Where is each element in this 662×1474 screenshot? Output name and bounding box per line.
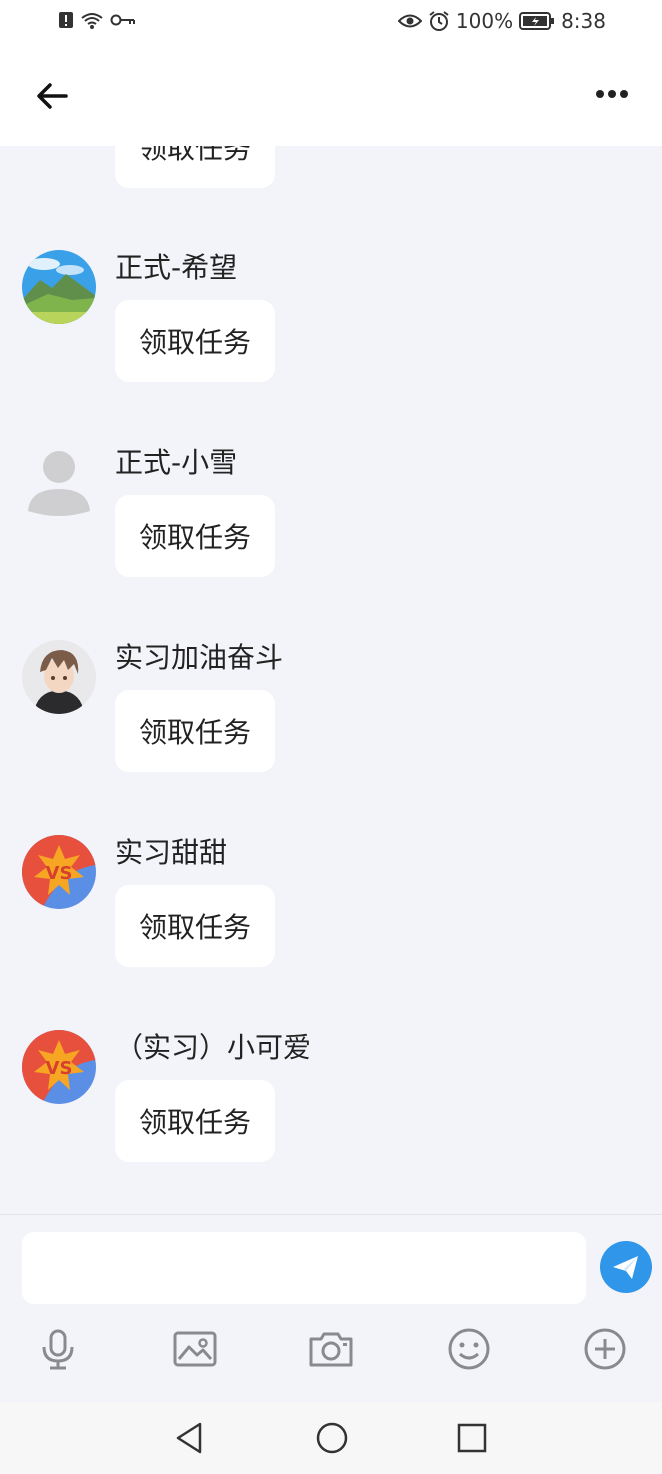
- sender-name: （实习）小可爱: [115, 1031, 312, 1064]
- nav-back-button[interactable]: [172, 1420, 208, 1456]
- message-bubble[interactable]: 领取任务: [115, 146, 275, 188]
- chat-header: [0, 46, 662, 146]
- arrow-left-icon: [37, 83, 68, 109]
- message-bubble[interactable]: 领取任务: [115, 300, 275, 382]
- message-bubble[interactable]: 领取任务: [115, 495, 275, 577]
- avatar-vs-badge[interactable]: VS: [22, 1030, 96, 1104]
- message-input[interactable]: [22, 1232, 586, 1304]
- wifi-icon: [81, 13, 103, 29]
- message-list[interactable]: 领取任务 正式-希望 领取任务 正式-小雪 领取任务 实习加油奋斗 领取任务 V…: [0, 146, 662, 1214]
- nav-home-button[interactable]: [314, 1420, 350, 1456]
- message-item: VS （实习）小可爱 领取任务: [0, 1030, 662, 1214]
- composer: [0, 1214, 662, 1403]
- nav-recents-button[interactable]: [454, 1420, 490, 1456]
- image-icon: [173, 1331, 217, 1367]
- camera-icon: [309, 1332, 353, 1367]
- message-bubble[interactable]: 领取任务: [115, 1080, 275, 1162]
- status-bar: 100% 8:38: [0, 0, 662, 46]
- message-bubble[interactable]: 领取任务: [115, 690, 275, 772]
- microphone-icon: [42, 1329, 74, 1370]
- alert-icon: [59, 12, 73, 28]
- alarm-icon: [429, 11, 449, 31]
- image-button[interactable]: [171, 1325, 219, 1373]
- message-item: 正式-小雪 领取任务: [0, 445, 662, 635]
- send-button[interactable]: [600, 1241, 652, 1293]
- sender-name: 正式-希望: [115, 251, 238, 284]
- svg-text:VS: VS: [46, 1058, 73, 1079]
- avatar-default-person[interactable]: [22, 445, 96, 519]
- message-item: 领取任务: [0, 146, 662, 246]
- emoji-icon: [448, 1328, 490, 1370]
- message-bubble[interactable]: 领取任务: [115, 885, 275, 967]
- clock-time: 8:38: [561, 9, 606, 33]
- more-button[interactable]: [592, 82, 632, 106]
- message-item: 实习加油奋斗 领取任务: [0, 640, 662, 830]
- eye-icon: [397, 14, 422, 28]
- key-icon: [110, 14, 135, 26]
- paper-plane-icon: [613, 1256, 638, 1279]
- voice-button[interactable]: [34, 1325, 82, 1373]
- avatar-vs-badge[interactable]: VS: [22, 835, 96, 909]
- sender-name: 正式-小雪: [115, 446, 238, 479]
- message-item: VS 实习甜甜 领取任务: [0, 835, 662, 1025]
- avatar-landscape[interactable]: [22, 250, 96, 324]
- battery-charging-icon: [519, 12, 555, 30]
- more-dots-icon: [596, 90, 628, 98]
- sender-name: 实习加油奋斗: [115, 641, 284, 674]
- plus-circle-icon: [584, 1328, 626, 1370]
- avatar-anime-boy[interactable]: [22, 640, 96, 714]
- svg-text:VS: VS: [46, 863, 73, 884]
- recents-square-icon: [457, 1423, 487, 1453]
- more-options-button[interactable]: [581, 1325, 629, 1373]
- message-item: 正式-希望 领取任务: [0, 250, 662, 440]
- system-nav-bar: [0, 1402, 662, 1474]
- back-button[interactable]: [32, 76, 72, 116]
- home-circle-icon: [316, 1422, 348, 1454]
- emoji-button[interactable]: [445, 1325, 493, 1373]
- camera-button[interactable]: [307, 1325, 355, 1373]
- status-right: 100% 8:38: [397, 9, 606, 33]
- sender-name: 实习甜甜: [115, 836, 228, 869]
- status-left: [58, 10, 136, 30]
- battery-percent: 100%: [455, 9, 514, 33]
- back-triangle-icon: [176, 1422, 202, 1454]
